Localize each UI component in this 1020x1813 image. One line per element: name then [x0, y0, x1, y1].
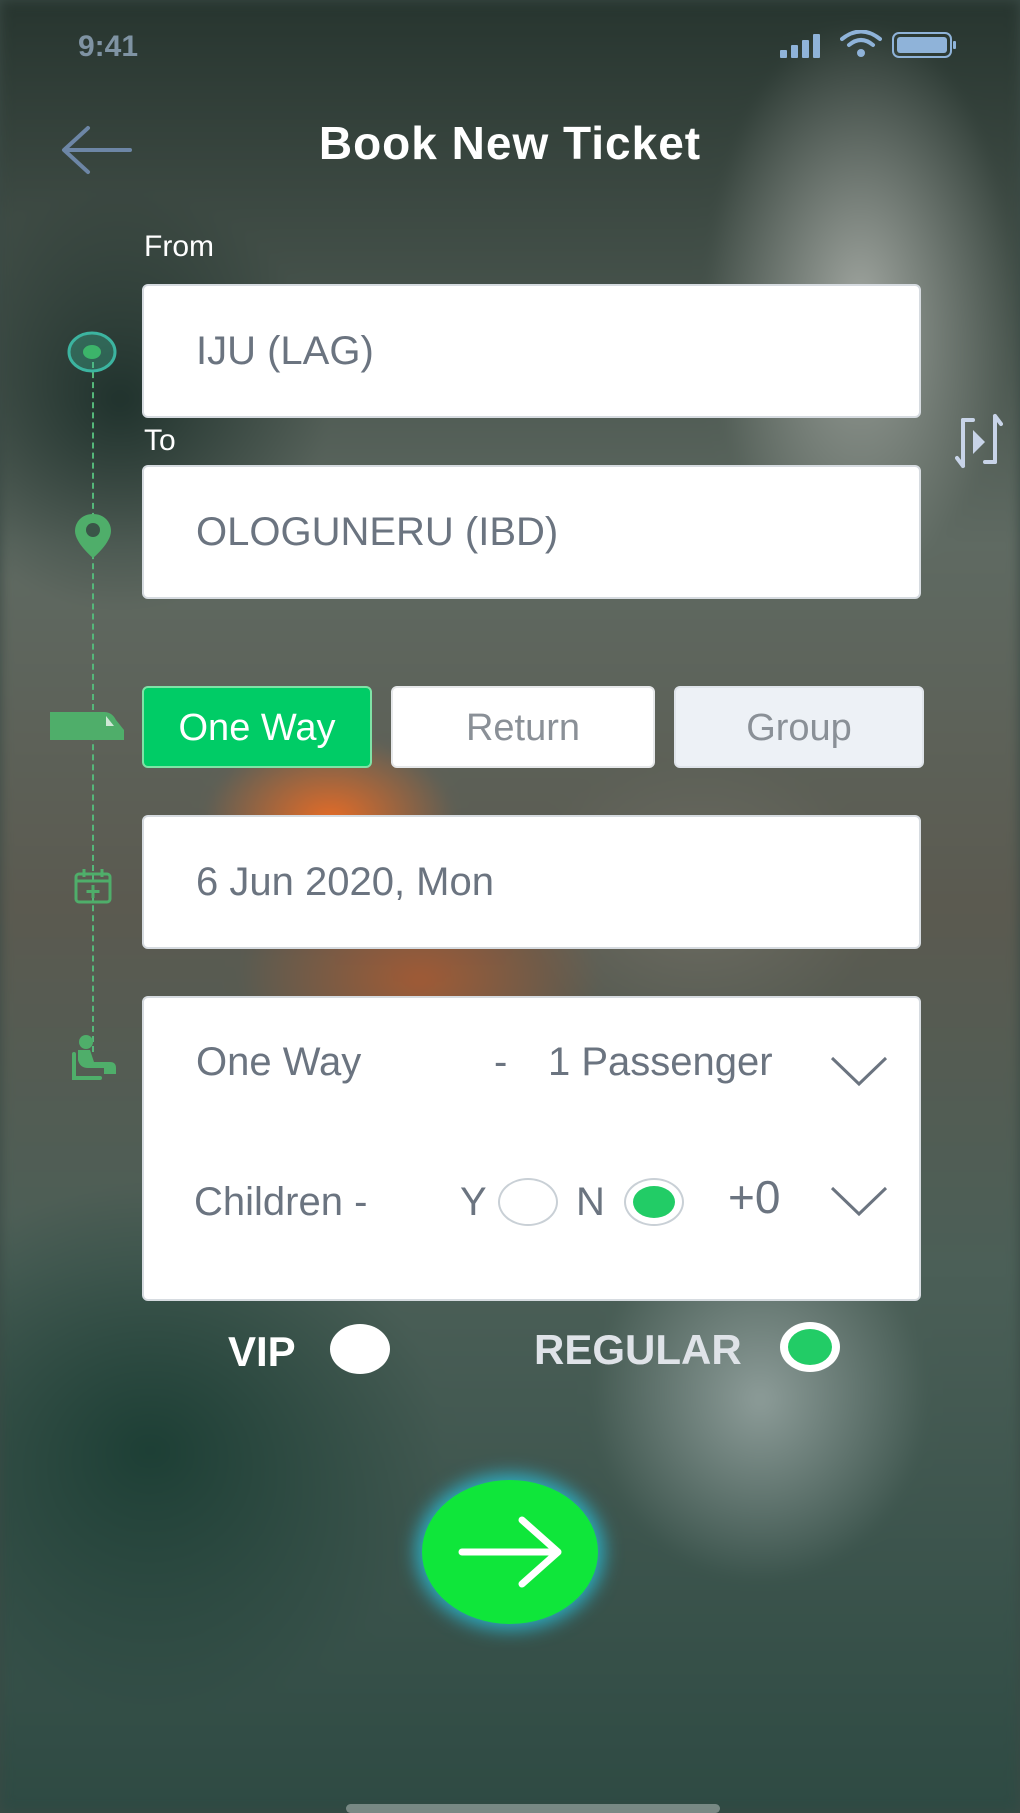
children-count[interactable]: +0 — [728, 1170, 780, 1224]
children-label: Children - — [194, 1180, 368, 1224]
swap-icon[interactable] — [955, 410, 1003, 472]
passenger-separator: - — [494, 1040, 508, 1084]
children-yes-radio[interactable] — [498, 1178, 558, 1226]
vip-label: VIP — [228, 1328, 296, 1375]
from-field[interactable]: IJU (LAG) — [142, 284, 921, 418]
chevron-down-icon[interactable] — [830, 1184, 888, 1218]
home-indicator — [346, 1804, 720, 1813]
wifi-icon — [840, 30, 882, 57]
signal-icon — [780, 34, 820, 58]
trip-type-group-button[interactable]: Group — [674, 686, 924, 768]
trip-summary: One Way — [196, 1040, 362, 1084]
trip-type-one-way-button[interactable]: One Way — [142, 686, 372, 768]
battery-icon — [892, 32, 956, 58]
from-label: From — [144, 230, 214, 263]
calendar-add-icon — [74, 869, 112, 904]
route-timeline — [92, 352, 94, 1052]
regular-label: REGULAR — [534, 1326, 742, 1373]
page-title: Book New Ticket — [318, 117, 702, 169]
radio-selected-dot — [788, 1329, 832, 1365]
to-label: To — [144, 424, 176, 457]
destination-pin-icon — [75, 514, 111, 558]
children-no-label: N — [576, 1180, 605, 1224]
children-no-radio[interactable] — [624, 1178, 684, 1226]
origin-marker-icon — [67, 331, 117, 373]
trip-type-return-button[interactable]: Return — [391, 686, 655, 768]
chevron-down-icon[interactable] — [830, 1054, 888, 1088]
regular-radio[interactable] — [780, 1322, 840, 1372]
bus-icon — [50, 712, 124, 740]
status-bar: 9:41 — [0, 0, 1020, 90]
arrow-right-icon — [458, 1516, 562, 1588]
continue-button[interactable] — [422, 1480, 598, 1624]
status-time: 9:41 — [78, 30, 139, 63]
seated-passenger-icon — [72, 1035, 116, 1080]
to-field[interactable]: OLOGUNERU (IBD) — [142, 465, 921, 599]
passenger-count[interactable]: 1 Passenger — [548, 1040, 773, 1085]
passenger-panel: One Way - 1 Passenger Children - Y N +0 — [142, 996, 921, 1301]
vip-radio[interactable] — [330, 1324, 390, 1374]
children-yes-label: Y — [460, 1180, 487, 1224]
radio-selected-dot — [633, 1186, 675, 1218]
date-field[interactable]: 6 Jun 2020, Mon — [142, 815, 921, 949]
